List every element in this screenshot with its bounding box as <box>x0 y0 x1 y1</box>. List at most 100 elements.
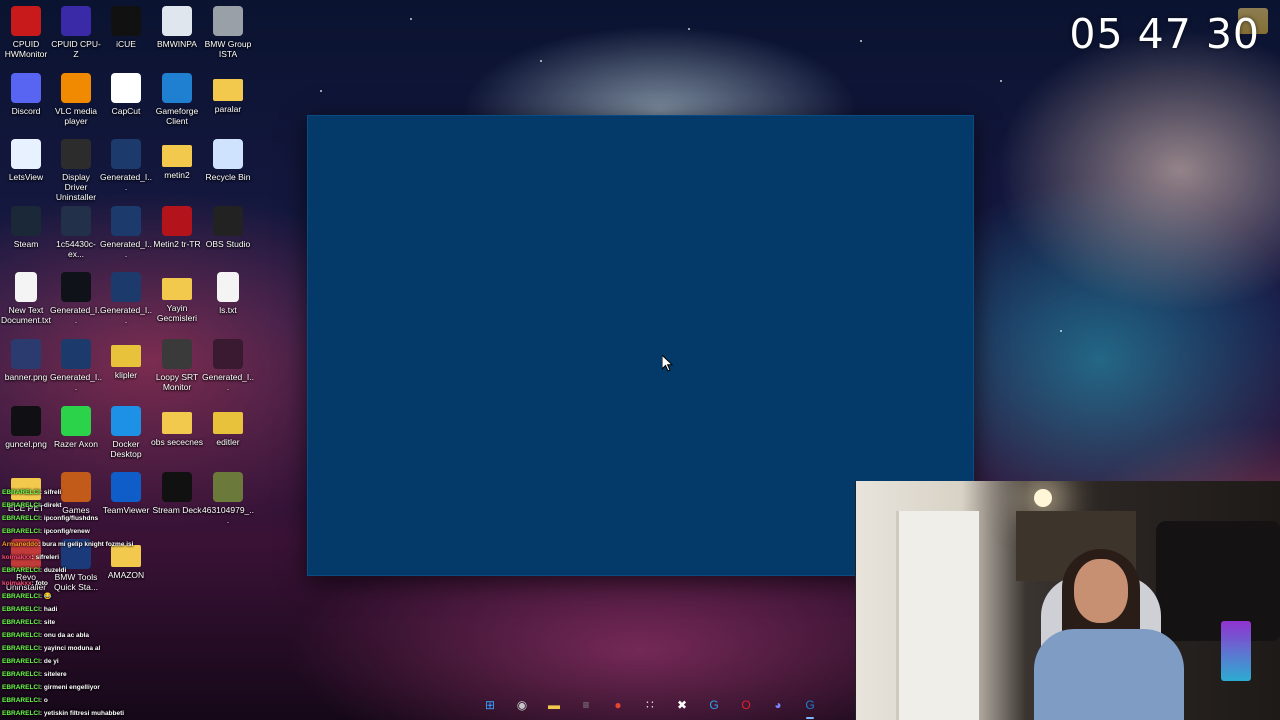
desktop-icon[interactable]: editler <box>202 400 254 447</box>
g-app-icon[interactable]: G <box>704 695 724 715</box>
chat-text: : direkt <box>39 502 62 509</box>
desktop-icon[interactable]: paralar <box>202 67 254 114</box>
chat-username: EBRARELCI <box>2 593 40 600</box>
chat-message: EBRARELCI: girmeni engelliyor <box>2 681 252 694</box>
chat-message: EBRARELCI: 😂 <box>2 590 252 603</box>
capcut-icon <box>111 72 141 103</box>
opera-icon[interactable]: O <box>736 695 756 715</box>
desktop-icon[interactable]: Yayin Gecmisleri <box>151 266 203 323</box>
desktop-icon-label: Docker Desktop <box>110 438 142 459</box>
desktop-icon[interactable]: banner.png <box>0 333 52 382</box>
chat-text: : sifreli <box>39 489 62 496</box>
chat-username: EBRARELCI <box>2 567 40 574</box>
desktop-icon[interactable]: Recycle Bin <box>202 133 254 182</box>
desktop-icon[interactable]: guncel.png <box>0 400 52 449</box>
webcam-door <box>896 511 979 720</box>
webcam-person-body <box>1034 629 1184 720</box>
file-explorer-icon[interactable]: ▬ <box>544 695 564 715</box>
chat-text: : girmeni engelliyor <box>39 684 100 691</box>
recycle-bin-icon <box>213 139 243 170</box>
desktop-icon[interactable]: New Text Document.txt <box>0 266 52 325</box>
desktop-icon-label: New Text Document.txt <box>0 305 52 326</box>
desktop-icon-label: Generated_I... <box>50 372 102 392</box>
desktop-icon[interactable]: klipler <box>100 333 152 380</box>
chat-message: EBRARELCI: yetiskin filtresi muhabbeti <box>2 707 252 720</box>
desktop-icon[interactable]: Display Driver Uninstaller <box>50 133 102 202</box>
desktop-icon-label: Generated_I... <box>100 238 152 259</box>
desktop-icon[interactable]: iCUE <box>100 0 152 49</box>
desktop-icon[interactable]: CapCut <box>100 67 152 116</box>
srt-app-icon[interactable]: ≡ <box>576 695 596 715</box>
desktop-icon[interactable]: Razer Axon <box>50 400 102 449</box>
desktop-icon[interactable]: Generated_I... <box>100 266 152 325</box>
desktop-icon-label: Generated_I... <box>202 372 254 392</box>
folder-icon <box>162 411 192 434</box>
desktop-icon[interactable]: Generated_I... <box>100 133 152 192</box>
discord-taskbar-icon[interactable]: ◕ <box>768 695 788 715</box>
desktop-icon-label: Generated_I... <box>100 172 152 193</box>
capcut-taskbar-icon[interactable]: ✖ <box>672 695 692 715</box>
chat-username: EBRARELCI <box>2 632 40 639</box>
image-icon <box>61 205 91 236</box>
desktop-icon-label: metin2 <box>164 170 190 181</box>
steam-icon <box>11 205 41 236</box>
desktop-icon[interactable]: Loopy SRT Monitor <box>151 333 203 392</box>
desktop-icon-label: CPUID HWMonitor <box>4 39 48 59</box>
chat-text: : 😂 <box>39 593 52 600</box>
chat-text: : hadi <box>39 606 58 613</box>
star-decoration <box>688 28 690 30</box>
desktop-icon[interactable]: metin2 <box>151 133 203 180</box>
desktop-icon-label: klipler <box>114 370 138 380</box>
desktop-icon-label: Loopy SRT Monitor <box>155 372 199 392</box>
obs-icon <box>213 205 243 236</box>
desktop-icon-label: obs sececnes <box>151 436 203 447</box>
desktop-icon[interactable]: obs sececnes <box>151 400 203 447</box>
metin2-icon <box>162 205 192 236</box>
desktop-icon[interactable]: Discord <box>0 67 52 116</box>
folder-icon <box>111 345 141 367</box>
desktop-icon[interactable]: Generated_I... <box>50 266 102 325</box>
desktop-icon[interactable]: OBS Studio <box>202 200 254 249</box>
desktop-icon[interactable]: Gameforge Client <box>151 67 203 126</box>
chat-username: EBRARELCI <box>2 515 40 522</box>
desktop-icon[interactable]: Steam <box>0 200 52 249</box>
chat-username: EBRARELCI <box>2 710 40 717</box>
desktop-icon[interactable]: Generated_I... <box>202 333 254 392</box>
cpuz-icon <box>61 6 91 36</box>
image-icon <box>11 339 41 369</box>
icue-icon <box>111 6 141 36</box>
desktop-icon[interactable]: VLC media player <box>50 67 102 126</box>
grid-app-icon[interactable]: ∷ <box>640 695 660 715</box>
chat-text: : sitelere <box>39 671 67 678</box>
desktop-icon[interactable]: Docker Desktop <box>100 400 152 459</box>
desktop-icon[interactable]: Generated_I... <box>100 200 152 259</box>
desktop-icon[interactable]: Generated_I... <box>50 333 102 392</box>
desktop-icon-label: BMW Group ISTA <box>204 39 252 59</box>
gameforge-taskbar-icon[interactable]: G <box>800 695 820 719</box>
desktop-icon-label: paralar <box>214 103 242 114</box>
desktop-icon[interactable]: ls.txt <box>202 266 254 315</box>
chat-message: EBRARELCI: sifreli <box>2 486 252 499</box>
desktop-icon[interactable]: 1c54430c-ex... <box>50 200 102 259</box>
chat-username: koimakxx <box>2 580 32 587</box>
desktop-icon[interactable]: BMW Group ISTA <box>202 0 254 59</box>
desktop-icon-label: Recycle Bin <box>205 172 251 183</box>
start-icon[interactable]: ⊞ <box>480 695 500 715</box>
chat-text: : duzeldi <box>39 567 67 574</box>
davinci-icon[interactable]: ◉ <box>512 695 532 715</box>
chat-username: EBRARELCI <box>2 502 40 509</box>
desktop-icon[interactable]: CPUID HWMonitor <box>0 0 52 59</box>
desktop-icon[interactable]: LetsView <box>0 133 52 182</box>
desktop-icon[interactable]: CPUID CPU-Z <box>50 0 102 59</box>
gameforge-icon <box>162 72 192 103</box>
desktop-icon-label: Metin2 tr-TR <box>153 238 201 249</box>
chrome-icon[interactable]: ● <box>608 695 628 715</box>
desktop-icon[interactable]: BMWINPA <box>151 0 203 49</box>
desktop-icon-label: ls.txt <box>219 305 237 316</box>
webcam-overlay <box>855 481 1280 720</box>
desktop-icon-label: iCUE <box>116 39 136 49</box>
chat-text: : de yi <box>39 658 59 665</box>
desktop-icon[interactable]: Metin2 tr-TR <box>151 200 203 249</box>
chat-text: : onu da ac abla <box>39 632 90 639</box>
chat-text: : yetiskin filtresi muhabbeti <box>39 710 125 717</box>
